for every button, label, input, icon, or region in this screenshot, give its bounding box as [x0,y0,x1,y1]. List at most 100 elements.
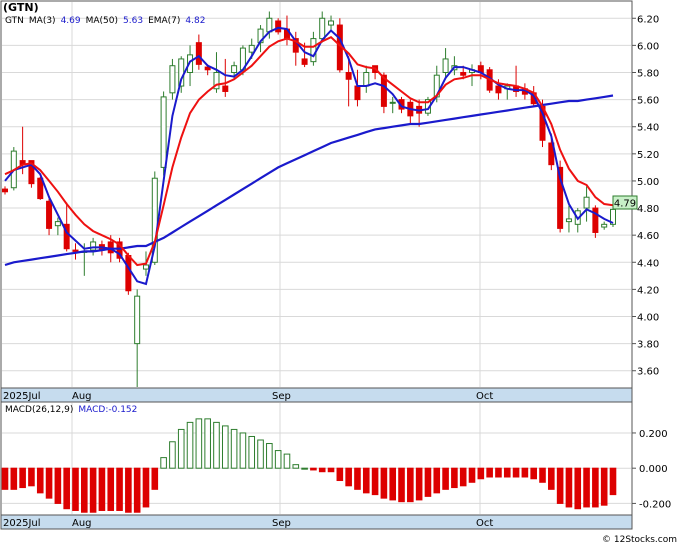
macd-tick-label: 0.000 [639,464,668,475]
macd-bar-negative [380,467,388,499]
macd-legend-item: MACD:-0.152 [78,405,137,415]
macd-bar-positive [169,441,176,469]
price-tick-label: 3.60 [637,367,659,378]
macd-bar-negative [556,467,564,504]
macd-bar-negative [45,467,53,499]
credit-label: © 12Stocks.com [602,535,677,545]
candle [125,252,132,295]
macd-bar-negative [539,467,546,483]
macd-bar-negative [398,467,405,503]
macd-bar-positive [266,443,273,469]
legend-item: 4.82 [185,16,205,26]
price-tick-label: 5.00 [637,177,659,188]
price-tick-label: 5.40 [637,123,659,134]
legend-item: MA(50) [86,16,118,26]
price-tick-label: 4.40 [637,258,659,269]
macd-bar-negative [548,467,555,490]
macd-bar-negative [28,467,35,487]
macd-bar-negative [600,467,608,506]
price-tick-label: 4.20 [637,285,659,296]
macd-bar-negative [318,467,326,473]
candle-body-up [328,20,335,26]
price-tick-label: 5.20 [637,150,659,161]
macd-bar-negative [327,467,335,473]
candle [610,208,616,228]
macd-bar-negative [36,467,44,494]
macd-bar-negative [63,467,70,510]
macd-legend-item: MACD(26,12,9) [5,405,73,415]
macd-bar-negative [609,467,617,496]
candle-body-up [169,65,176,94]
macd-y-axis: 0.200 0.000 -0.200 [632,429,671,510]
candle-body-up [601,223,608,228]
last-price-box: 4.79 [612,195,638,210]
macd-bar-negative [371,467,379,496]
macd-bar-positive [204,418,211,469]
macd-bar-positive [274,450,282,469]
candle-body-down [125,255,132,292]
candle-body-down [222,85,229,92]
macd-bar-negative [89,467,97,513]
price-x-label: Aug [72,391,92,402]
candle-body-up [583,196,590,209]
macd-bar-negative [521,467,529,478]
macd-bar-positive [221,425,229,469]
candle-body-down [72,249,79,252]
price-tick-label: 5.60 [637,96,659,107]
candle-body-down [301,58,308,65]
candle-body-up [266,17,273,33]
candle-body-down [275,20,282,33]
candle-body-up [54,221,61,227]
price-tick-label: 3.80 [637,340,659,351]
macd-bar-negative [433,467,441,494]
candle-body-down [107,241,114,254]
candle-body-up [160,96,167,168]
macd-x-label: Sep [272,518,291,529]
macd-bar-negative [81,467,88,513]
macd-bar-negative [98,467,106,511]
macd-bar-negative [310,467,317,471]
candle-body-up [142,264,149,270]
macd-bar-negative [477,467,485,480]
candle-body-down [495,85,502,94]
candle-body-down [46,200,53,229]
candle-body-up [442,58,449,73]
macd-bar-positive [283,453,291,469]
macd-bar-negative [54,467,62,504]
candle-body-down [2,188,8,193]
macd-bar-negative [116,467,123,511]
candle-body-down [195,42,202,65]
price-tick-label: 4.00 [637,313,659,324]
macd-bar-negative [354,467,361,490]
candle-body-up [248,44,255,53]
candle-body-up [565,218,572,223]
macd-bar-negative [503,467,511,478]
price-tick-label: 6.00 [637,41,659,52]
macd-bar-negative [415,467,423,501]
price-tick-label: 4.60 [637,231,659,242]
candle-body-up [389,101,396,104]
macd-bar-negative [107,467,115,511]
candle-body-up [90,241,97,251]
macd-bar-negative [495,467,502,478]
candle [275,18,282,35]
macd-x-label: Aug [72,518,92,529]
macd-bar-negative [459,467,467,487]
legend-item: 5.63 [123,16,143,26]
candle-body-up [310,38,317,63]
macd-bar-negative [468,467,476,483]
macd-date-band [0,514,633,530]
macd-x-label: Oct [476,518,493,529]
macd-bar-positive [239,432,247,469]
candle-body-down [460,71,467,76]
macd-bar-negative [19,467,26,489]
macd-bar-negative [574,467,582,510]
macd-bar-negative [442,467,449,490]
macd-x-label: 2025Jul [3,518,41,529]
candle-body-down [345,71,352,80]
legend-item: 4.69 [61,16,81,26]
macd-tick-label: 0.200 [639,429,668,440]
price-panel-frame [0,0,633,389]
last-price-label: 4.79 [614,199,636,210]
stock-chart: 6.20 6.00 5.80 5.60 5.40 5.20 5.00 4.80 4.60 4.40… [0,0,677,545]
